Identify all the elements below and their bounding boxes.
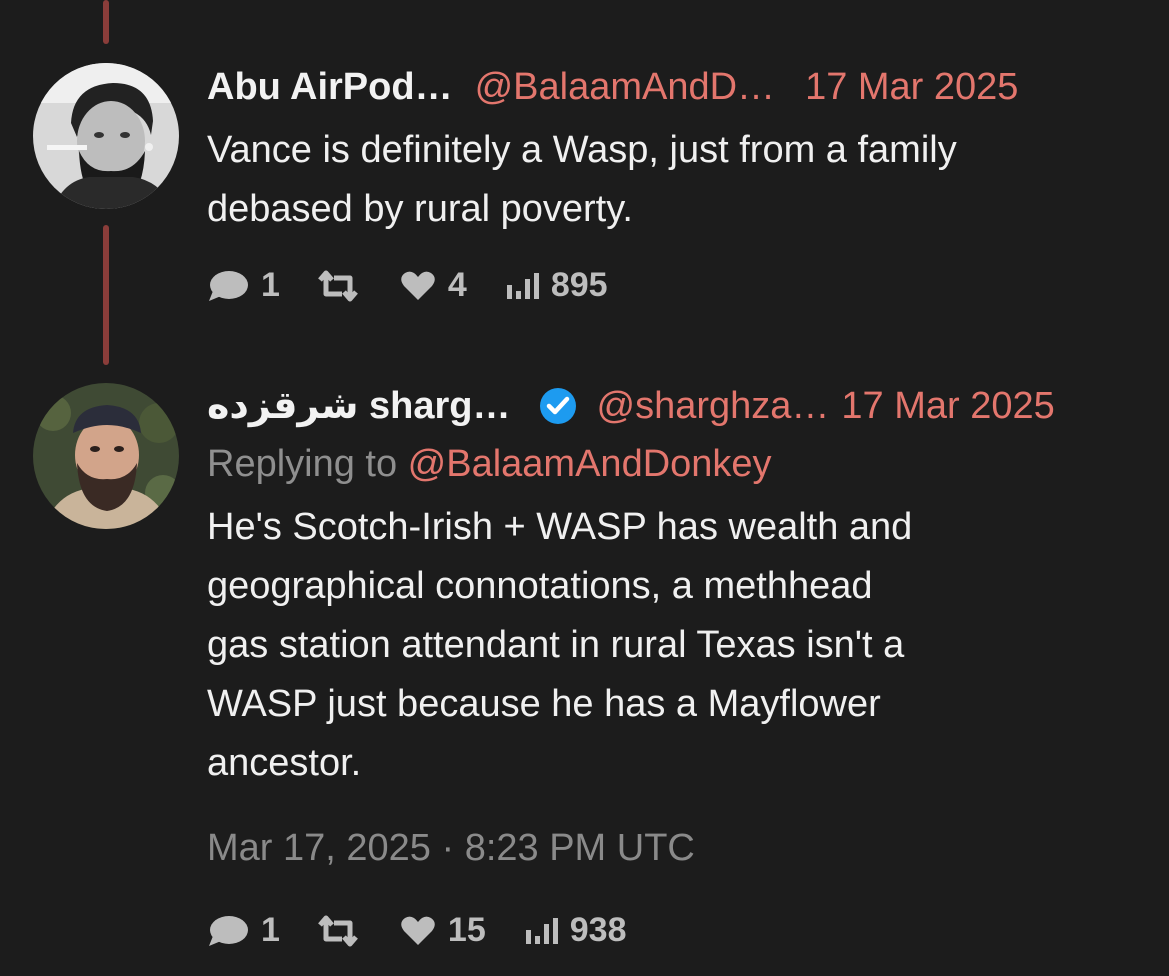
retweet-stat[interactable]	[316, 915, 360, 947]
tweet-text-line: Vance is definitely a Wasp, just from a …	[207, 129, 957, 171]
tweet-text-line: geographical connotations, a methhead	[207, 565, 873, 607]
tweet-1[interactable]: Abu AirPod… @BalaamAndD… 17 Mar 2025 Van…	[207, 64, 1139, 239]
author-handle[interactable]: @BalaamAndD…	[475, 64, 775, 110]
tweet-text-line: gas station attendant in rural Texas isn…	[207, 624, 905, 666]
reply-bubble-icon	[209, 915, 248, 946]
tweet-2-text: He's Scotch-Irish + WASP has wealth and …	[207, 498, 1139, 793]
tweet-text-line: debased by rural poverty.	[207, 188, 633, 230]
replying-to-handle[interactable]: @BalaamAndDonkey	[408, 443, 772, 485]
tweet-date[interactable]: 17 Mar 2025	[805, 64, 1018, 110]
retweet-icon	[318, 915, 358, 946]
views-count: 895	[550, 266, 608, 304]
replying-to: Replying to @BalaamAndDonkey	[207, 441, 1139, 487]
tweet-2-stats: 1 15 938	[207, 911, 626, 950]
like-stat[interactable]: 4	[400, 266, 467, 305]
author-name[interactable]: شرقزده sharg…	[207, 383, 511, 429]
tweet-1-text: Vance is definitely a Wasp, just from a …	[207, 121, 1139, 239]
verified-badge-icon	[539, 387, 577, 425]
tweet-timestamp[interactable]: Mar 17, 2025 · 8:23 PM UTC	[207, 825, 1139, 871]
author-handle[interactable]: @sharghza…	[597, 383, 830, 429]
like-stat[interactable]: 15	[400, 911, 486, 950]
avatar-abu-airpod[interactable]	[33, 63, 179, 209]
retweet-stat[interactable]	[316, 270, 360, 302]
tweet-1-stats: 1 4 895	[207, 266, 608, 305]
views-stat[interactable]: 938	[524, 911, 627, 950]
retweet-icon	[318, 270, 358, 301]
tweet-2-header: شرقزده sharg… @sharghza… 17 Mar 2025	[207, 383, 1139, 429]
reply-stat[interactable]: 1	[207, 911, 280, 950]
avatar-sharghzadeh[interactable]	[33, 383, 179, 529]
tweet-text-line: WASP just because he has a Mayflower	[207, 683, 881, 725]
views-stat[interactable]: 895	[505, 266, 608, 305]
reply-count: 1	[261, 266, 280, 304]
replying-to-label: Replying to	[207, 443, 408, 485]
views-bar-icon	[525, 917, 558, 944]
tweet-text-line: ancestor.	[207, 742, 362, 784]
reply-stat[interactable]: 1	[207, 266, 280, 305]
reply-count: 1	[261, 911, 280, 949]
thread-view: Abu AirPod… @BalaamAndD… 17 Mar 2025 Van…	[0, 0, 1169, 976]
author-name[interactable]: Abu AirPod…	[207, 64, 453, 110]
like-count: 4	[447, 266, 467, 304]
reply-bubble-icon	[209, 270, 248, 301]
views-bar-icon	[506, 272, 539, 299]
like-count: 15	[447, 911, 486, 949]
heart-icon	[401, 916, 435, 945]
views-count: 938	[569, 911, 627, 949]
tweet-1-header: Abu AirPod… @BalaamAndD… 17 Mar 2025	[207, 64, 1139, 110]
tweet-date[interactable]: 17 Mar 2025	[841, 383, 1054, 429]
heart-icon	[401, 271, 435, 300]
tweet-text-line: He's Scotch-Irish + WASP has wealth and	[207, 506, 913, 548]
thread-line-top	[103, 0, 109, 44]
thread-line-middle	[103, 225, 109, 365]
tweet-2[interactable]: شرقزده sharg… @sharghza… 17 Mar 2025 Rep…	[207, 383, 1139, 871]
